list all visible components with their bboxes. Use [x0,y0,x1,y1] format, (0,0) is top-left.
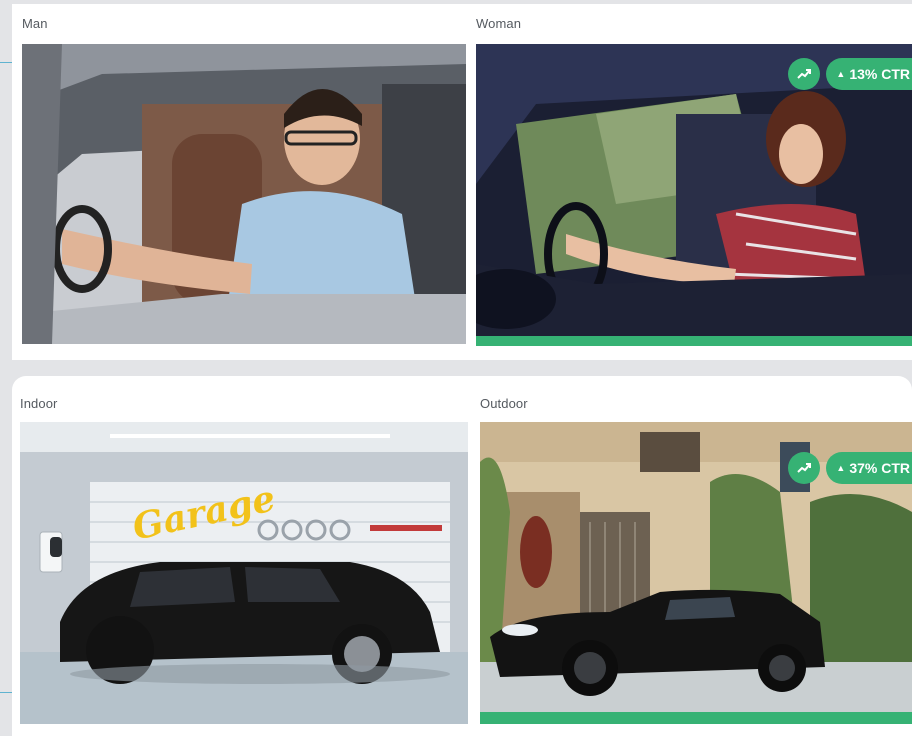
variant-label: Man [22,16,48,31]
variant-label: Woman [476,16,522,31]
ctr-value-pill: ▲ 13% CTR [826,58,912,90]
ab-test-card-location: Indoor Garage Outdoor ▲ 37% CTR [12,376,912,736]
trending-up-icon [788,452,821,484]
variant-outdoor[interactable]: Outdoor ▲ 37% CTR [480,396,912,736]
ctr-value: 13% CTR [849,66,910,82]
ab-test-card-gender: Man Woman ▲ 13% CTR [12,4,912,360]
trending-up-icon [788,58,821,90]
winner-indicator-bar [476,336,912,346]
variant-image-man[interactable] [22,44,466,344]
ctr-value-pill: ▲ 37% CTR [826,452,912,484]
variant-image-indoor[interactable]: Garage [20,422,468,724]
ctr-value: 37% CTR [849,460,910,476]
ctr-badge: ▲ 13% CTR [788,58,912,90]
up-triangle-icon: ▲ [836,463,846,473]
winner-indicator-bar [480,712,912,724]
variant-man[interactable]: Man [22,16,466,346]
variant-label: Outdoor [480,396,528,411]
variant-indoor[interactable]: Indoor Garage [20,396,468,736]
ctr-badge: ▲ 37% CTR [788,452,912,484]
variant-woman[interactable]: Woman ▲ 13% CTR [476,16,912,348]
up-triangle-icon: ▲ [836,69,846,79]
variant-label: Indoor [20,396,58,411]
